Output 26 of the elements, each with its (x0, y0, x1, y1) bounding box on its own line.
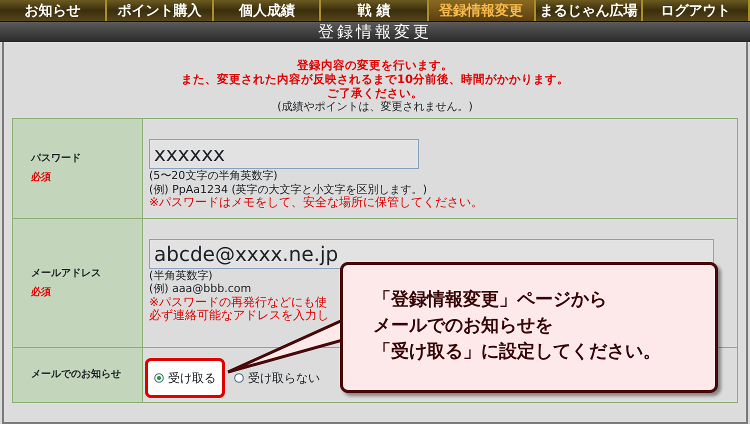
field-label: パスワード (31, 152, 82, 166)
notice-text: 登録内容の変更を行います。 (296, 58, 454, 72)
input-field[interactable]: xxxxxx (149, 139, 419, 169)
field-label: メールでのお知らせ (31, 368, 122, 382)
option-label[interactable]: 受け取らない (248, 368, 320, 386)
required-label: 必須 (31, 170, 52, 186)
warning-text: ※パスワードの再発行などにも使 (149, 296, 328, 309)
nav-tab[interactable]: 登録情報変更 (428, 0, 536, 21)
radio-button[interactable] (234, 372, 244, 382)
hint-text: (例) PpAa1234 (英字の大文字と小文字を区別します。) (149, 182, 428, 196)
hint-text: (例) aaa@bbb.com (149, 282, 252, 296)
field-label: メールアドレス (31, 266, 102, 280)
warning-text: 必ず連絡可能なアドレスを入力し (149, 309, 329, 322)
notice-text: また、変更された内容が反映されるまで10分前後、時間がかかります。 (180, 72, 570, 86)
notice-text: ご了承ください。 (326, 86, 424, 100)
required-label: 必須 (31, 286, 52, 300)
callout-text: 「受け取る」に設定してください。 (373, 340, 662, 364)
option-label[interactable]: 受け取る (168, 368, 216, 386)
warning-text: ※パスワードはメモをして、安全な場所に保管してください。 (149, 196, 484, 210)
hint-text: (半角英数字) (149, 268, 213, 282)
hint-text: (5〜20文字の半角英数字) (149, 169, 278, 182)
page-title: 登録情報変更 (0, 22, 750, 42)
callout-text: メールでのお知らせを (373, 314, 554, 338)
note-text: (成績やポイントは、変更されません。) (276, 100, 474, 114)
callout-text: 「登録情報変更」ページから (373, 288, 608, 312)
radio-button[interactable] (154, 372, 164, 382)
